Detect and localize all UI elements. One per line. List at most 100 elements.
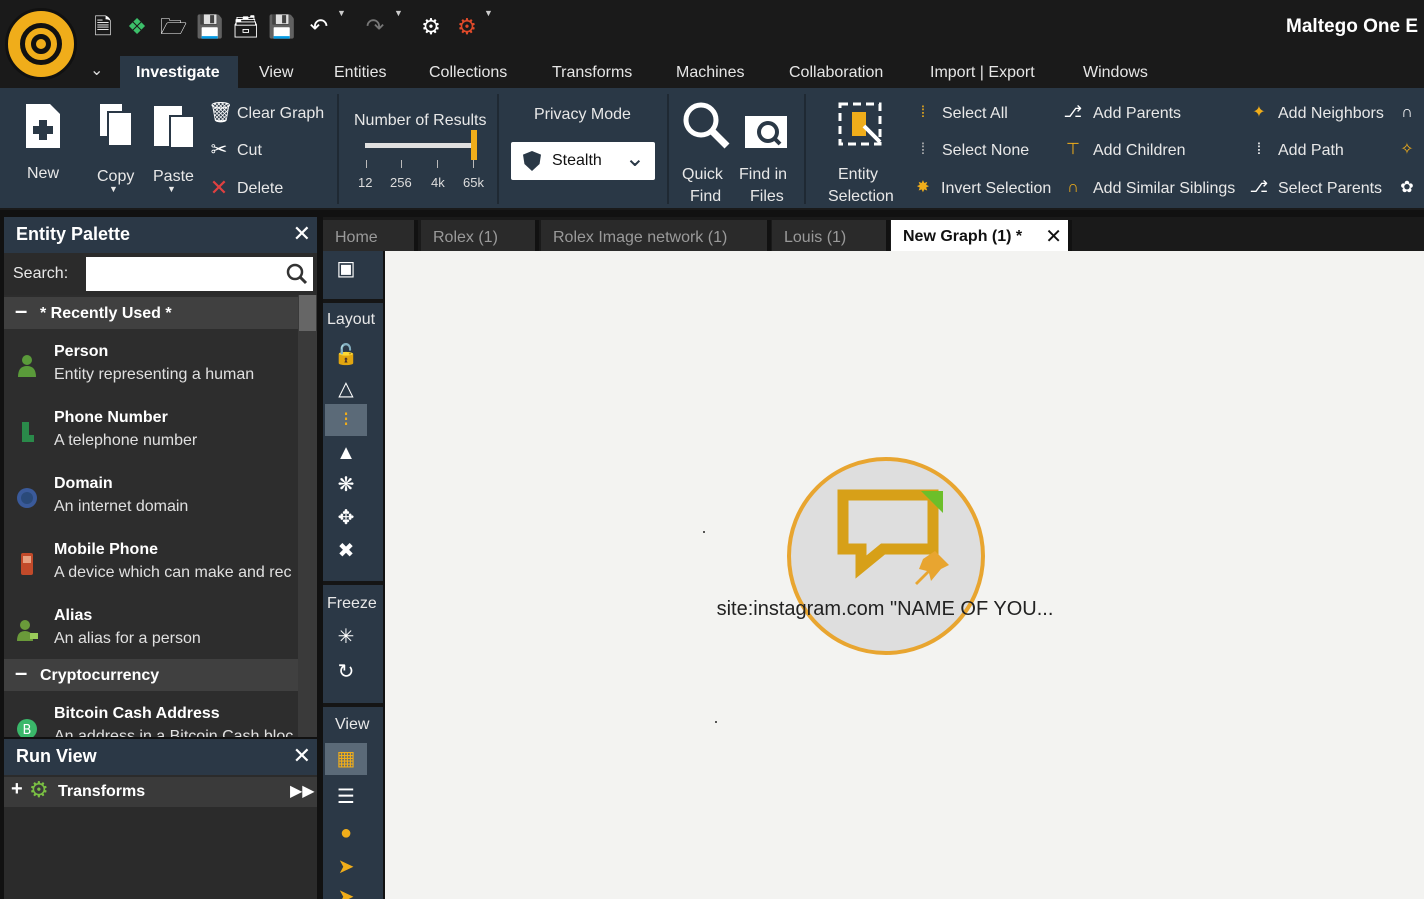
add-path-button[interactable]: ⁞ Add Path [1248, 139, 1358, 165]
entity-desc: A telephone number [54, 432, 198, 449]
open-folder-icon[interactable]: 🗁 [160, 14, 187, 40]
leaf-icon[interactable]: ✿ [1396, 177, 1418, 199]
maltego-logo-icon[interactable] [5, 8, 77, 80]
list-item[interactable]: Domain An internet domain [4, 465, 298, 531]
tab-rolex[interactable]: Rolex (1) [421, 220, 539, 251]
list-item[interactable]: Person Entity representing a human [4, 333, 298, 399]
refresh-icon[interactable]: ↻ [325, 656, 367, 688]
list-item[interactable]: B Bitcoin Cash Address An address in a B… [4, 695, 298, 737]
select-parents-button[interactable]: ⎇ Select Parents [1248, 177, 1390, 203]
tab-label: Rolex (1) [433, 229, 498, 246]
more-neighbors-icon[interactable]: ∩ [1396, 102, 1418, 124]
tab-home[interactable]: Home [323, 220, 418, 251]
ranked-view-icon[interactable]: ➤ [325, 851, 367, 883]
select-all-button[interactable]: ⁞ Select All [912, 102, 1052, 128]
save-all-icon[interactable]: 🗃 [232, 14, 260, 40]
delete-button[interactable]: ✕ Delete [208, 177, 298, 203]
undo-dropdown-icon[interactable]: ▼ [337, 8, 346, 18]
paste-button[interactable]: Paste ▼ [150, 96, 200, 196]
paste-dropdown-icon[interactable]: ▼ [167, 184, 176, 194]
unlock-layout-icon[interactable]: 🔓 [325, 339, 367, 371]
list-item[interactable]: Alias An alias for a person [4, 597, 298, 663]
privacy-mode-select[interactable]: Stealth ⌄ [511, 142, 655, 180]
collapse-icon[interactable]: – [15, 660, 27, 686]
scrollbar-thumb[interactable] [299, 295, 316, 331]
close-icon[interactable]: ✕ [293, 221, 311, 247]
category-recently-used[interactable]: – * Recently Used * [4, 297, 298, 329]
save-as-icon[interactable]: 💾 [268, 14, 295, 40]
new-graph-icon[interactable]: 🗎 [90, 14, 116, 40]
hierarchical-layout-icon[interactable]: ⁝ [325, 404, 367, 436]
bug-icon[interactable]: ⚙ [454, 14, 480, 40]
clear-graph-button[interactable]: 🗑 Clear Graph [208, 102, 328, 128]
list-item[interactable]: Phone Number A telephone number [4, 399, 298, 465]
weighted-view-icon[interactable]: ➤ [325, 881, 367, 899]
expand-plus-icon[interactable]: + [11, 778, 23, 801]
copy-button[interactable]: Copy ▼ [94, 96, 140, 196]
invert-selection-button[interactable]: ✸ Invert Selection [912, 177, 1058, 203]
palette-scrollbar[interactable] [298, 295, 317, 737]
palette-search-input[interactable] [86, 257, 313, 291]
add-similar-siblings-label: Add Similar Siblings [1093, 180, 1236, 197]
tree-layout-icon[interactable]: ▲ [325, 437, 367, 469]
close-tab-icon[interactable]: ✕ [1045, 220, 1062, 254]
redo-dropdown-icon[interactable]: ▼ [394, 8, 403, 18]
entity-view-icon[interactable]: ▦ [325, 743, 367, 775]
tab-collections[interactable]: Collections [413, 56, 523, 88]
search-icon[interactable] [286, 263, 308, 285]
quick-find-button[interactable]: Quick Find [678, 96, 734, 205]
network-icon[interactable]: ❖ [124, 14, 150, 40]
tab-machines[interactable]: Machines [660, 56, 760, 88]
entity-node[interactable] [787, 457, 985, 655]
clear-graph-label: Clear Graph [237, 105, 325, 122]
tab-new-graph[interactable]: New Graph (1) * ✕ [891, 220, 1072, 251]
entity-name: Mobile Phone [54, 541, 158, 558]
add-similar-siblings-button[interactable]: ∩ Add Similar Siblings [1062, 177, 1242, 203]
organic-layout-icon[interactable]: ✥ [325, 502, 367, 534]
block-layout-icon[interactable]: △ [325, 373, 367, 405]
add-neighbors-button[interactable]: ✦ Add Neighbors [1248, 102, 1398, 128]
more-path-icon[interactable]: ✧ [1396, 139, 1418, 161]
tab-rolex-image-network[interactable]: Rolex Image network (1) [541, 220, 771, 251]
entity-selection-button[interactable]: Entity Selection [822, 96, 898, 205]
circular-layout-icon[interactable]: ❋ [325, 469, 367, 501]
new-button[interactable]: New [16, 96, 70, 196]
freeze-icon[interactable]: ✳ [325, 621, 367, 653]
menu-collapse-chevron-icon[interactable]: ⌄ [90, 60, 103, 80]
search-label: Search: [13, 265, 69, 282]
list-item[interactable]: Mobile Phone A device which can make and… [4, 531, 298, 597]
add-children-button[interactable]: ⊤ Add Children [1062, 139, 1202, 165]
save-icon[interactable]: 💾 [196, 14, 223, 40]
find-in-files-button[interactable]: Find in Files [738, 96, 796, 205]
tab-windows[interactable]: Windows [1067, 56, 1164, 88]
tab-louis[interactable]: Louis (1) [772, 220, 890, 251]
tab-entities[interactable]: Entities [318, 56, 402, 88]
add-parents-button[interactable]: ⎇ Add Parents [1062, 102, 1202, 128]
category-cryptocurrency[interactable]: – Cryptocurrency [4, 659, 298, 691]
fit-view-icon[interactable]: ▣ [325, 253, 367, 285]
tab-investigate[interactable]: Investigate [120, 56, 238, 88]
settings-gear-icon[interactable]: ⚙ [418, 14, 444, 40]
entity-desc: An internet domain [54, 498, 189, 515]
tab-view[interactable]: View [243, 56, 309, 88]
interactive-layout-icon[interactable]: ✖ [325, 535, 367, 567]
tab-collaboration[interactable]: Collaboration [773, 56, 899, 88]
collapse-icon[interactable]: – [15, 298, 27, 324]
graph-canvas[interactable]: site:instagram.com "NAME OF YOU... [385, 251, 1424, 899]
list-view-icon[interactable]: ☰ [325, 781, 367, 813]
run-all-icon[interactable]: ▶▶ [290, 781, 315, 801]
privacy-mode-value: Stealth [552, 152, 602, 169]
close-icon[interactable]: ✕ [293, 743, 311, 769]
redo-icon[interactable]: ↷ [362, 14, 388, 40]
globe-icon [17, 488, 37, 508]
tab-transforms[interactable]: Transforms [536, 56, 648, 88]
bug-dropdown-icon[interactable]: ▼ [484, 8, 493, 18]
cut-button[interactable]: ✂ Cut [208, 139, 288, 165]
tab-import-export[interactable]: Import | Export [914, 56, 1051, 88]
copy-dropdown-icon[interactable]: ▼ [109, 184, 118, 194]
transforms-tree-item[interactable]: + ⚙ Transforms ▶▶ [4, 777, 317, 807]
results-slider-thumb[interactable] [471, 130, 477, 160]
select-none-button[interactable]: ⁞ Select None [912, 139, 1052, 165]
undo-icon[interactable]: ↶ [306, 14, 332, 40]
bubble-view-icon[interactable]: ● [325, 817, 367, 849]
